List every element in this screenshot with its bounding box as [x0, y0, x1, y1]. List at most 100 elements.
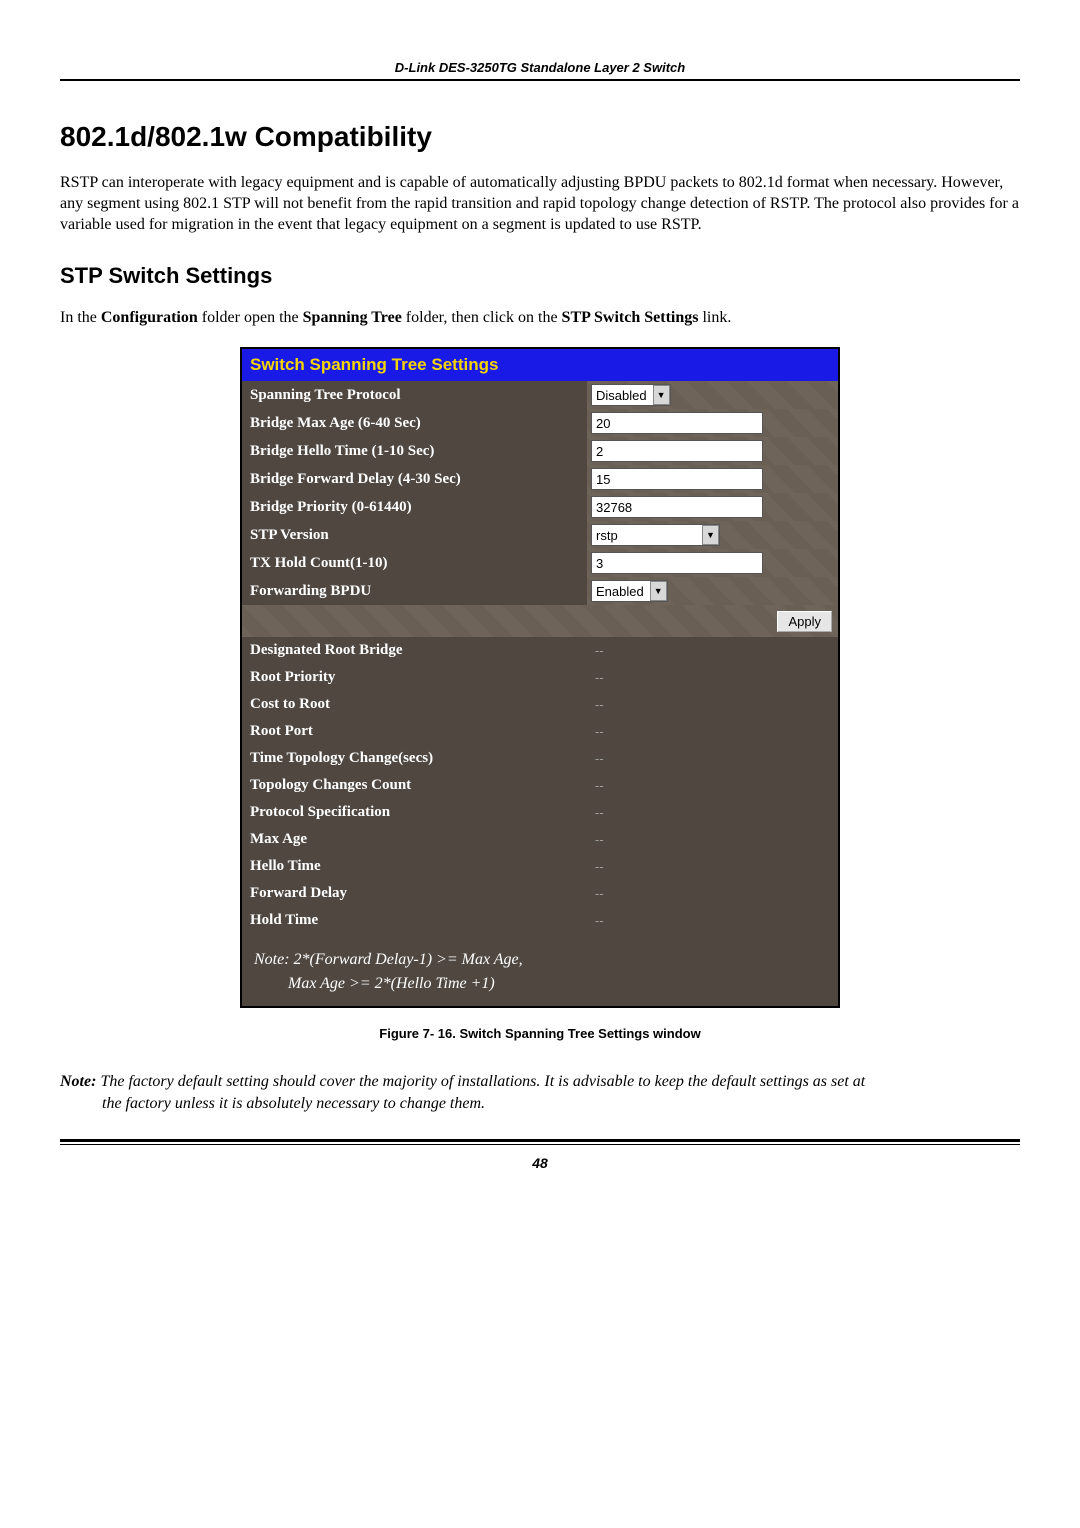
section-paragraph: RSTP can interoperate with legacy equipm… — [60, 173, 1020, 235]
row-spanning-tree-protocol: Spanning Tree Protocol Disabled — [242, 381, 838, 409]
row-root-port: Root Port -- — [242, 718, 838, 745]
row-forwarding-bpdu: Forwarding BPDU Enabled — [242, 577, 838, 605]
label: Bridge Max Age (6-40 Sec) — [242, 409, 587, 437]
value-cell: rstp — [587, 521, 838, 549]
panel-note: Note: 2*(Forward Delay-1) >= Max Age, Ma… — [242, 934, 838, 1006]
input-bridge-priority[interactable]: 32768 — [591, 496, 763, 518]
input-bridge-max-age[interactable]: 20 — [591, 412, 763, 434]
chevron-down-icon — [653, 385, 670, 405]
footer-rule-thick — [60, 1139, 1020, 1142]
input-bridge-forward-delay[interactable]: 15 — [591, 468, 763, 490]
dropdown-stp-version[interactable]: rstp — [591, 524, 720, 546]
value: -- — [587, 799, 838, 826]
value: -- — [587, 691, 838, 718]
row-bridge-max-age: Bridge Max Age (6-40 Sec) 20 — [242, 409, 838, 437]
subsection-heading: STP Switch Settings — [60, 263, 1020, 289]
dropdown-value: rstp — [592, 528, 702, 543]
label: STP Version — [242, 521, 587, 549]
row-designated-root-bridge: Designated Root Bridge -- — [242, 637, 838, 664]
panel-title: Switch Spanning Tree Settings — [242, 349, 838, 381]
page-number: 48 — [60, 1155, 1020, 1171]
text-bold: Configuration — [101, 309, 198, 326]
row-bridge-priority: Bridge Priority (0-61440) 32768 — [242, 493, 838, 521]
value-cell: 2 — [587, 437, 838, 465]
text: In the — [60, 309, 101, 326]
value: -- — [587, 880, 838, 907]
subsection-instruction: In the Configuration folder open the Spa… — [60, 309, 1020, 327]
chevron-down-icon — [702, 525, 719, 545]
dropdown-value: Disabled — [592, 388, 653, 403]
row-tx-hold-count: TX Hold Count(1-10) 3 — [242, 549, 838, 577]
label: Hello Time — [242, 853, 587, 880]
row-cost-to-root: Cost to Root -- — [242, 691, 838, 718]
value-cell: Disabled — [587, 381, 838, 409]
footnote-body1: The factory default setting should cover… — [100, 1073, 865, 1090]
value: -- — [587, 907, 838, 934]
label: Max Age — [242, 826, 587, 853]
chevron-down-icon — [650, 581, 667, 601]
row-root-priority: Root Priority -- — [242, 664, 838, 691]
dropdown-forwarding-bpdu[interactable]: Enabled — [591, 580, 668, 602]
footer-rule-thin — [60, 1144, 1020, 1145]
label: Spanning Tree Protocol — [242, 381, 587, 409]
text: folder, then click on the — [402, 309, 562, 326]
label: Bridge Priority (0-61440) — [242, 493, 587, 521]
label: TX Hold Count(1-10) — [242, 549, 587, 577]
value-cell: 20 — [587, 409, 838, 437]
note-line2: Max Age >= 2*(Hello Time +1) — [254, 972, 826, 996]
value: -- — [587, 853, 838, 880]
label: Bridge Hello Time (1-10 Sec) — [242, 437, 587, 465]
value-cell: Enabled — [587, 577, 838, 605]
header-rule — [60, 79, 1020, 81]
label: Designated Root Bridge — [242, 637, 587, 664]
row-bridge-forward-delay: Bridge Forward Delay (4-30 Sec) 15 — [242, 465, 838, 493]
row-protocol-specification: Protocol Specification -- — [242, 799, 838, 826]
text: folder open the — [198, 309, 303, 326]
value-cell: 15 — [587, 465, 838, 493]
label: Protocol Specification — [242, 799, 587, 826]
apply-button[interactable]: Apply — [777, 611, 832, 632]
figure-caption: Figure 7- 16. Switch Spanning Tree Setti… — [60, 1026, 1020, 1041]
row-bridge-hello-time: Bridge Hello Time (1-10 Sec) 2 — [242, 437, 838, 465]
input-bridge-hello-time[interactable]: 2 — [591, 440, 763, 462]
dropdown-stp-protocol[interactable]: Disabled — [591, 384, 671, 406]
row-forward-delay: Forward Delay -- — [242, 880, 838, 907]
row-max-age: Max Age -- — [242, 826, 838, 853]
label: Cost to Root — [242, 691, 587, 718]
row-hello-time: Hello Time -- — [242, 853, 838, 880]
row-hold-time: Hold Time -- — [242, 907, 838, 934]
label: Topology Changes Count — [242, 772, 587, 799]
label: Forward Delay — [242, 880, 587, 907]
value: -- — [587, 745, 838, 772]
row-time-topology-change: Time Topology Change(secs) -- — [242, 745, 838, 772]
row-topology-changes-count: Topology Changes Count -- — [242, 772, 838, 799]
value: -- — [587, 718, 838, 745]
footnote-label: Note: — [60, 1073, 100, 1090]
panel-container: Switch Spanning Tree Settings Spanning T… — [60, 347, 1020, 1008]
value: -- — [587, 772, 838, 799]
footnote: Note: The factory default setting should… — [60, 1071, 1020, 1114]
doc-header: D-Link DES-3250TG Standalone Layer 2 Swi… — [60, 60, 1020, 79]
label: Time Topology Change(secs) — [242, 745, 587, 772]
value-cell: 3 — [587, 549, 838, 577]
dropdown-value: Enabled — [592, 584, 650, 599]
value-cell: 32768 — [587, 493, 838, 521]
label: Hold Time — [242, 907, 587, 934]
label: Bridge Forward Delay (4-30 Sec) — [242, 465, 587, 493]
label: Root Port — [242, 718, 587, 745]
input-tx-hold-count[interactable]: 3 — [591, 552, 763, 574]
stp-settings-panel: Switch Spanning Tree Settings Spanning T… — [240, 347, 840, 1008]
value: -- — [587, 826, 838, 853]
footnote-body2: the factory unless it is absolutely nece… — [60, 1093, 1020, 1115]
label: Forwarding BPDU — [242, 577, 587, 605]
section-heading: 802.1d/802.1w Compatibility — [60, 121, 1020, 153]
value: -- — [587, 637, 838, 664]
label: Root Priority — [242, 664, 587, 691]
text-bold: Spanning Tree — [303, 309, 402, 326]
text-bold: STP Switch Settings — [562, 309, 699, 326]
text: link. — [698, 309, 731, 326]
apply-row: Apply — [242, 605, 838, 637]
row-stp-version: STP Version rstp — [242, 521, 838, 549]
value: -- — [587, 664, 838, 691]
note-line1: Note: 2*(Forward Delay-1) >= Max Age, — [254, 948, 826, 972]
